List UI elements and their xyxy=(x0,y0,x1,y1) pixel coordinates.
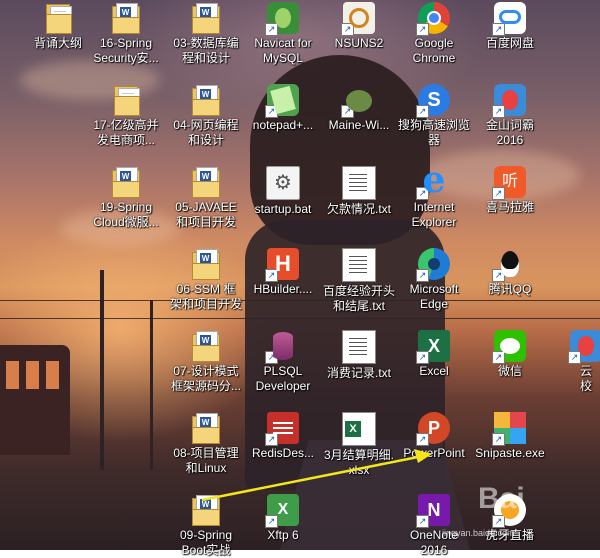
annotation-arrow-line xyxy=(201,455,419,502)
baidu-watermark-url: jingyan.baidu.com xyxy=(442,528,515,538)
baidu-watermark: Bai xyxy=(478,482,525,515)
annotation-arrow xyxy=(201,449,432,502)
annotation-arrow-head xyxy=(414,449,432,463)
